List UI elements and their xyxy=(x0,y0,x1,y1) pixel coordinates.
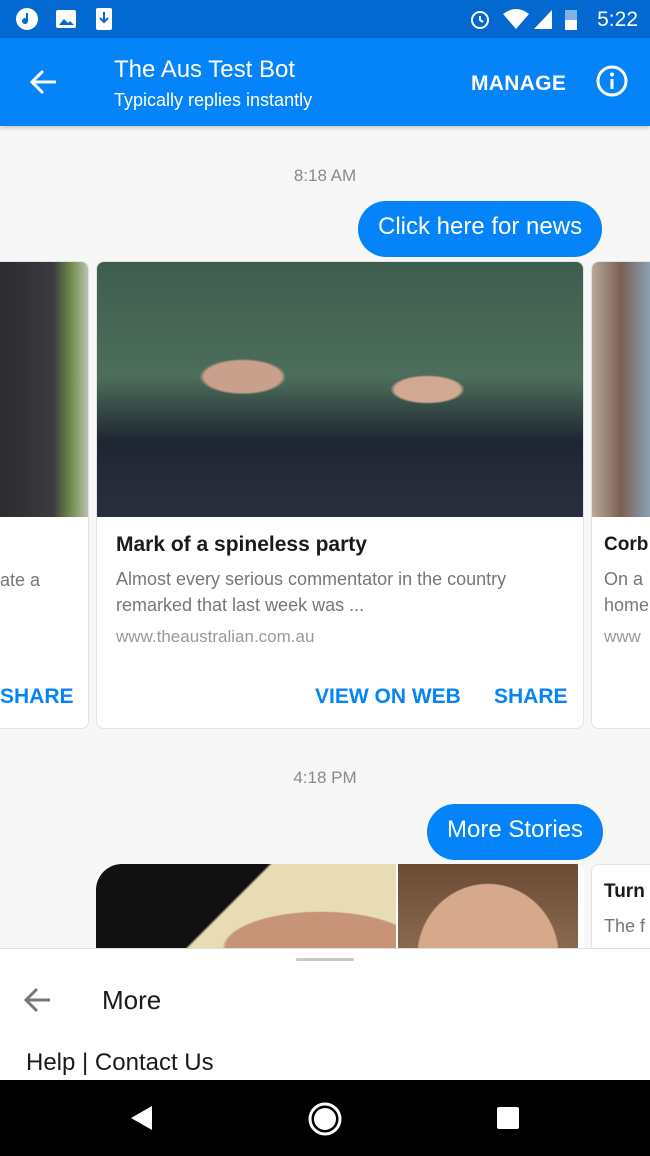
alarm-icon xyxy=(471,11,489,29)
news-card[interactable]: Mark of a spineless party Almost every s… xyxy=(96,261,584,729)
clock: 5:22 xyxy=(597,8,638,31)
article-image xyxy=(398,864,578,948)
article-url: www.theaustralian.com.au xyxy=(116,627,315,646)
article-description: home xyxy=(604,595,650,615)
status-bar: 5:22 xyxy=(0,0,650,38)
nav-home-icon[interactable] xyxy=(307,1101,343,1137)
menu-item-help[interactable]: Help | Contact Us xyxy=(26,1049,214,1077)
news-card[interactable] xyxy=(96,864,584,948)
news-card-right[interactable]: Corb On a home www xyxy=(591,261,650,729)
bottom-sheet-menu: More Help | Contact Us xyxy=(0,948,650,1080)
back-arrow-icon[interactable] xyxy=(24,987,52,1013)
article-title: Corb xyxy=(604,534,649,555)
article-description: Almost every serious commentator in the … xyxy=(116,569,507,589)
menu-title: More xyxy=(102,985,162,1015)
app-bar: The Aus Test Bot Typically replies insta… xyxy=(0,38,650,126)
news-card-right[interactable]: Turn The f xyxy=(591,864,650,948)
message-bubble: Click here for news xyxy=(358,201,603,257)
nav-back-icon[interactable] xyxy=(130,1105,154,1131)
view-on-web-button[interactable]: VIEW ON WEB xyxy=(315,685,461,709)
chat-subtitle: Typically replies instantly xyxy=(114,90,313,110)
article-image xyxy=(0,262,88,517)
article-description: The f xyxy=(604,916,646,936)
message-bubble: More Stories xyxy=(427,804,604,860)
signal-icon xyxy=(534,10,552,29)
timestamp: 8:18 AM xyxy=(293,166,357,185)
article-image xyxy=(97,262,583,517)
battery-icon xyxy=(565,10,577,30)
article-description: On a xyxy=(604,569,644,589)
share-button[interactable]: SHARE xyxy=(0,685,74,709)
timestamp: 4:18 PM xyxy=(293,768,357,787)
manage-button[interactable]: MANAGE xyxy=(471,72,566,96)
article-description: ate a xyxy=(0,570,41,590)
article-url: www xyxy=(604,627,641,646)
article-description: remarked that last week was ... xyxy=(116,595,365,615)
news-card-left[interactable]: ate a SHARE xyxy=(0,261,89,729)
drag-handle[interactable] xyxy=(296,958,354,961)
chat-title: The Aus Test Bot xyxy=(114,56,295,83)
article-image xyxy=(592,262,650,517)
article-image xyxy=(96,864,396,948)
nav-recents-icon[interactable] xyxy=(496,1106,520,1130)
wifi-icon xyxy=(503,9,529,29)
download-icon xyxy=(96,8,112,30)
article-title: Turn xyxy=(604,881,645,902)
back-arrow-icon[interactable] xyxy=(30,69,58,95)
share-button[interactable]: SHARE xyxy=(494,685,568,709)
article-title: Mark of a spineless party xyxy=(116,533,367,556)
navigation-bar xyxy=(0,1080,650,1156)
image-icon xyxy=(56,10,76,28)
info-icon[interactable] xyxy=(596,65,628,97)
music-icon xyxy=(16,8,38,30)
